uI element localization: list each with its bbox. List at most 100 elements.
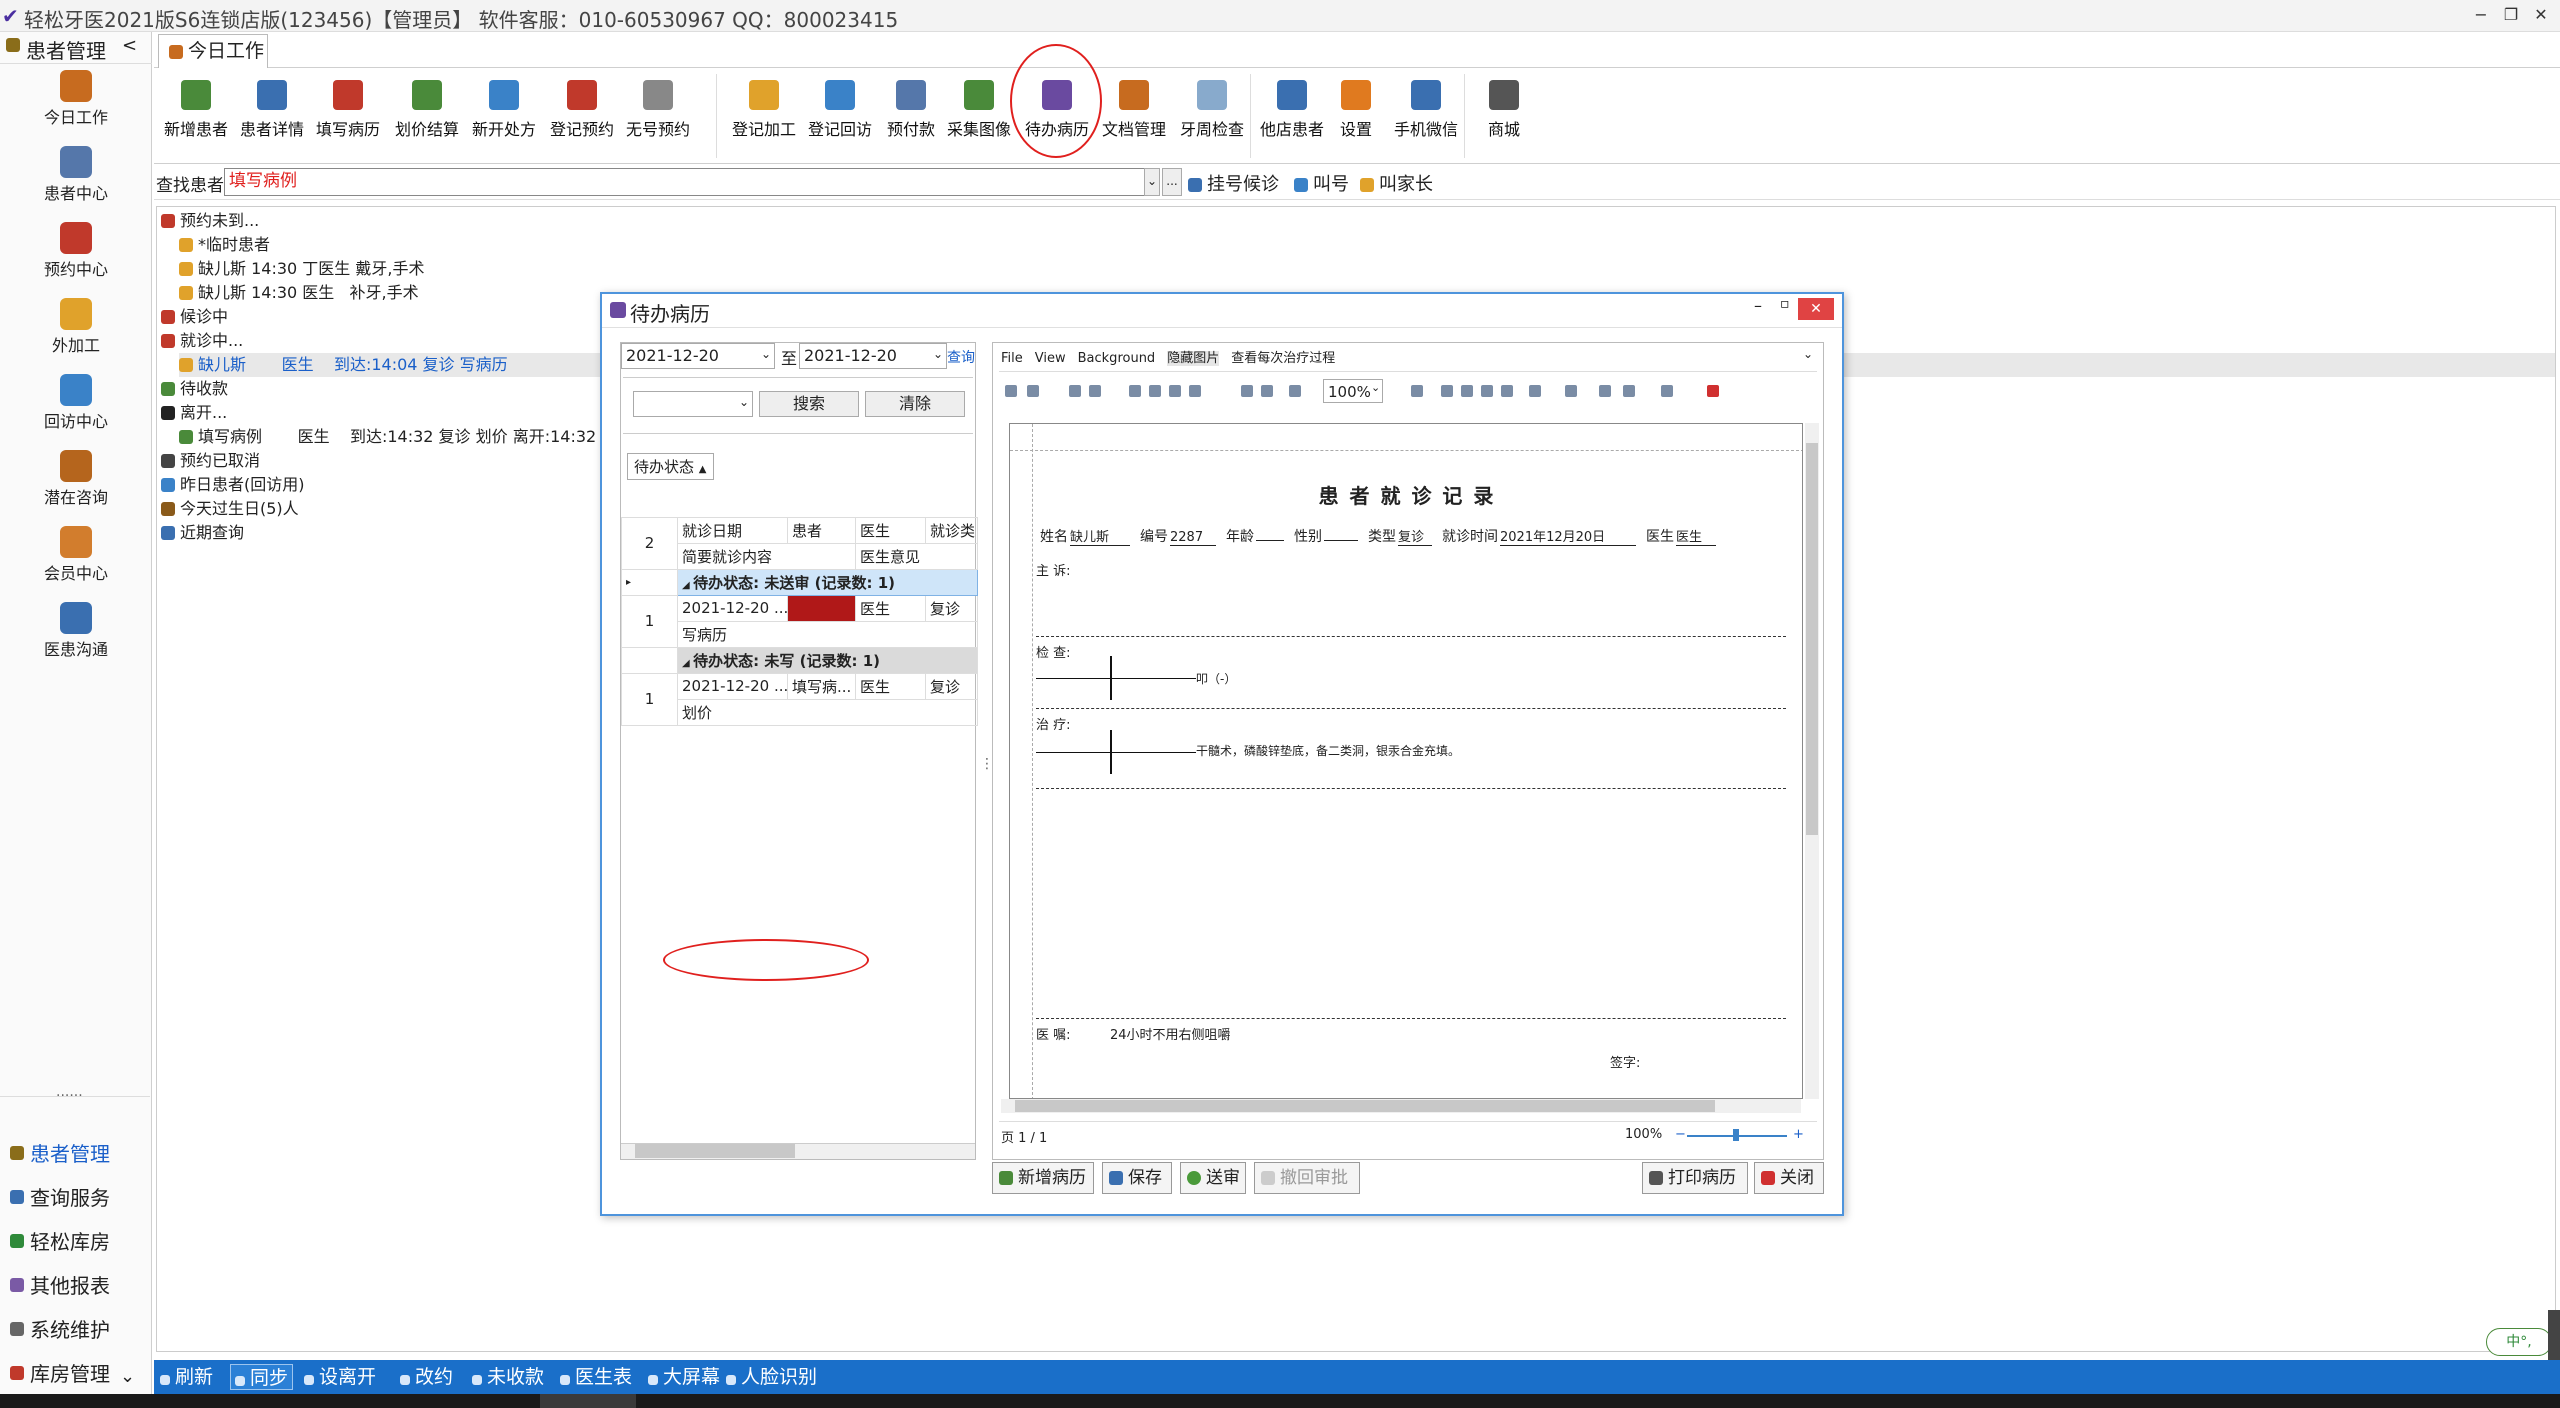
module-2[interactable]: 轻松库房 — [0, 1222, 152, 1262]
ribbon-followup-button[interactable]: 登记回访 — [804, 74, 876, 158]
scrollbar-thumb[interactable] — [635, 1144, 795, 1158]
menu-hide-images[interactable]: 隐藏图片 — [1167, 351, 1220, 366]
col-patient[interactable]: 患者 — [787, 516, 856, 544]
status-unpaid-button[interactable]: 未收款 — [472, 1364, 544, 1390]
multipage-icon[interactable] — [1529, 385, 1541, 397]
collapse-nav-button[interactable]: < — [122, 35, 137, 56]
status-face-recognition-button[interactable]: 人脸识别 — [726, 1364, 817, 1390]
save-icon[interactable] — [1089, 385, 1101, 397]
print-icon[interactable] — [1129, 385, 1141, 397]
ribbon-add-patient-button[interactable]: 新增患者 — [160, 74, 232, 158]
revoke-approval-button[interactable]: 撤回审批 — [1254, 1162, 1360, 1194]
hand-icon[interactable] — [1241, 385, 1253, 397]
save-button[interactable]: 保存 — [1102, 1162, 1172, 1194]
col-visit-date[interactable]: 就诊日期 — [677, 516, 788, 544]
menu-view[interactable]: View — [1035, 351, 1066, 366]
call-parent-link[interactable]: 叫家长 — [1360, 170, 1433, 196]
status-leave-button[interactable]: 设离开 — [304, 1364, 376, 1390]
date-from-field[interactable]: 2021-12-20 — [621, 343, 775, 369]
ribbon-no-number-appointment-button[interactable]: 无号预约 — [622, 74, 694, 158]
zoom-slider-thumb[interactable] — [1733, 1129, 1739, 1141]
last-page-icon[interactable] — [1501, 385, 1513, 397]
date-from-dropdown-icon[interactable]: ⌄ — [761, 347, 771, 361]
vertical-scrollbar[interactable] — [1805, 423, 1819, 1099]
group-row-unsubmitted[interactable]: ▸ ◢ 待办状态: 未送审 (记录数: 1) — [621, 568, 978, 596]
tree-node[interactable]: 预约未到... — [161, 209, 2555, 233]
search-button[interactable]: 搜索 — [759, 391, 859, 417]
close-dialog-button[interactable]: 关闭 — [1754, 1162, 1824, 1194]
export-icon[interactable] — [1623, 385, 1635, 397]
ribbon-write-record-button[interactable]: 填写病历 — [312, 74, 384, 158]
ribbon-image-button[interactable]: 采集图像 — [944, 74, 1014, 158]
dialog-close-icon[interactable]: ✕ — [1798, 298, 1834, 320]
close-preview-icon[interactable] — [1707, 385, 1719, 397]
ribbon-patient-detail-button[interactable]: 患者详情 — [236, 74, 308, 158]
scale-icon[interactable] — [1189, 385, 1201, 397]
date-to-field[interactable]: 2021-12-20 — [799, 343, 947, 369]
color-icon[interactable] — [1565, 385, 1577, 397]
module-5[interactable]: 库房管理 — [0, 1354, 152, 1394]
new-record-button[interactable]: 新增病历 — [992, 1162, 1094, 1194]
ribbon-tooth-button[interactable]: 牙周检查 — [1174, 74, 1250, 158]
zoom-dropdown-icon[interactable]: ⌄ — [1371, 381, 1380, 394]
horizontal-scrollbar[interactable] — [621, 1143, 975, 1159]
search-dropdown-button[interactable]: ⌄ — [1144, 168, 1160, 196]
clear-button[interactable]: 清除 — [865, 391, 965, 417]
tray-badge[interactable]: 中°, — [2486, 1328, 2552, 1356]
tab-today-work[interactable]: 今日工作 — [158, 34, 268, 68]
scrollbar-thumb[interactable] — [1015, 1100, 1715, 1112]
print-record-button[interactable]: 打印病历 — [1642, 1162, 1748, 1194]
nav-splitter[interactable]: ...... — [56, 1084, 83, 1100]
ribbon-prepay-button[interactable]: 预付款 — [882, 74, 940, 158]
dialog-minimize-icon[interactable]: – — [1754, 296, 1762, 315]
nav-item-patients[interactable]: 患者中心 — [0, 146, 152, 204]
menu-background[interactable]: Background — [1078, 351, 1156, 366]
menu-expand-icon[interactable]: ⌄ — [1803, 347, 1813, 361]
close-window-icon[interactable]: ✕ — [2526, 2, 2556, 28]
module-0[interactable]: 患者管理 — [0, 1134, 152, 1174]
ribbon-phone-button[interactable]: 手机微信 — [1386, 74, 1466, 158]
search-more-button[interactable]: ... — [1162, 168, 1182, 196]
nav-item-calendar[interactable]: 预约中心 — [0, 222, 152, 280]
query-button[interactable]: 查询 — [947, 347, 975, 367]
submit-review-button[interactable]: 送审 — [1180, 1162, 1246, 1194]
nav-item-members[interactable]: 会员中心 — [0, 526, 152, 584]
thumbnails-icon[interactable] — [1005, 385, 1017, 397]
status-sync-button[interactable]: 同步 — [230, 1364, 294, 1390]
ribbon-settings-button[interactable]: 设置 — [1332, 74, 1380, 158]
col-brief-content[interactable]: 简要就诊内容 — [677, 542, 856, 570]
nav-item-cubes[interactable]: 外加工 — [0, 298, 152, 356]
module-1[interactable]: 查询服务 — [0, 1178, 152, 1218]
menu-view-each-treatment[interactable]: 查看每次治疗过程 — [1231, 351, 1335, 366]
col-doctor[interactable]: 医生 — [855, 516, 926, 544]
col-visit-type[interactable]: 就诊类 — [925, 516, 978, 544]
dialog-maximize-icon[interactable]: ▫ — [1780, 296, 1790, 312]
open-icon[interactable] — [1069, 385, 1081, 397]
minimize-icon[interactable]: − — [2466, 2, 2496, 28]
date-to-dropdown-icon[interactable]: ⌄ — [933, 347, 943, 361]
group-by-status-chip[interactable]: 待办状态 ▲ — [627, 453, 714, 480]
ribbon-document-button[interactable]: 文档管理 — [1098, 74, 1170, 158]
ribbon-cart-button[interactable]: 商城 — [1476, 74, 1532, 158]
zoom-in-icon[interactable]: + — [1793, 1127, 1804, 1142]
nav-item-video[interactable]: 医患沟通 — [0, 602, 152, 660]
find-icon[interactable] — [1027, 385, 1039, 397]
scrollbar-thumb[interactable] — [1806, 443, 1818, 835]
first-page-icon[interactable] — [1441, 385, 1453, 397]
email-icon[interactable] — [1661, 385, 1673, 397]
watermark-icon[interactable] — [1599, 385, 1611, 397]
zoom-in-icon[interactable] — [1411, 385, 1423, 397]
register-waiting-link[interactable]: 挂号候诊 — [1188, 170, 1279, 196]
ribbon-processing-button[interactable]: 登记加工 — [728, 74, 800, 158]
prev-page-icon[interactable] — [1461, 385, 1473, 397]
filter-dropdown-icon[interactable]: ⌄ — [739, 395, 749, 409]
ribbon-appointment-button[interactable]: 登记预约 — [546, 74, 618, 158]
status-refresh-button[interactable]: 刷新 — [160, 1364, 213, 1390]
group-row-unwritten[interactable]: ◢ 待办状态: 未写 (记录数: 1) — [621, 646, 978, 674]
status-reschedule-button[interactable]: 改约 — [400, 1364, 453, 1390]
filter-select[interactable] — [633, 391, 753, 417]
restore-icon[interactable]: ❐ — [2496, 2, 2526, 28]
call-number-link[interactable]: 叫号 — [1294, 170, 1349, 196]
magnifier-icon[interactable] — [1261, 385, 1273, 397]
status-screen-button[interactable]: 大屏幕 — [648, 1364, 720, 1390]
